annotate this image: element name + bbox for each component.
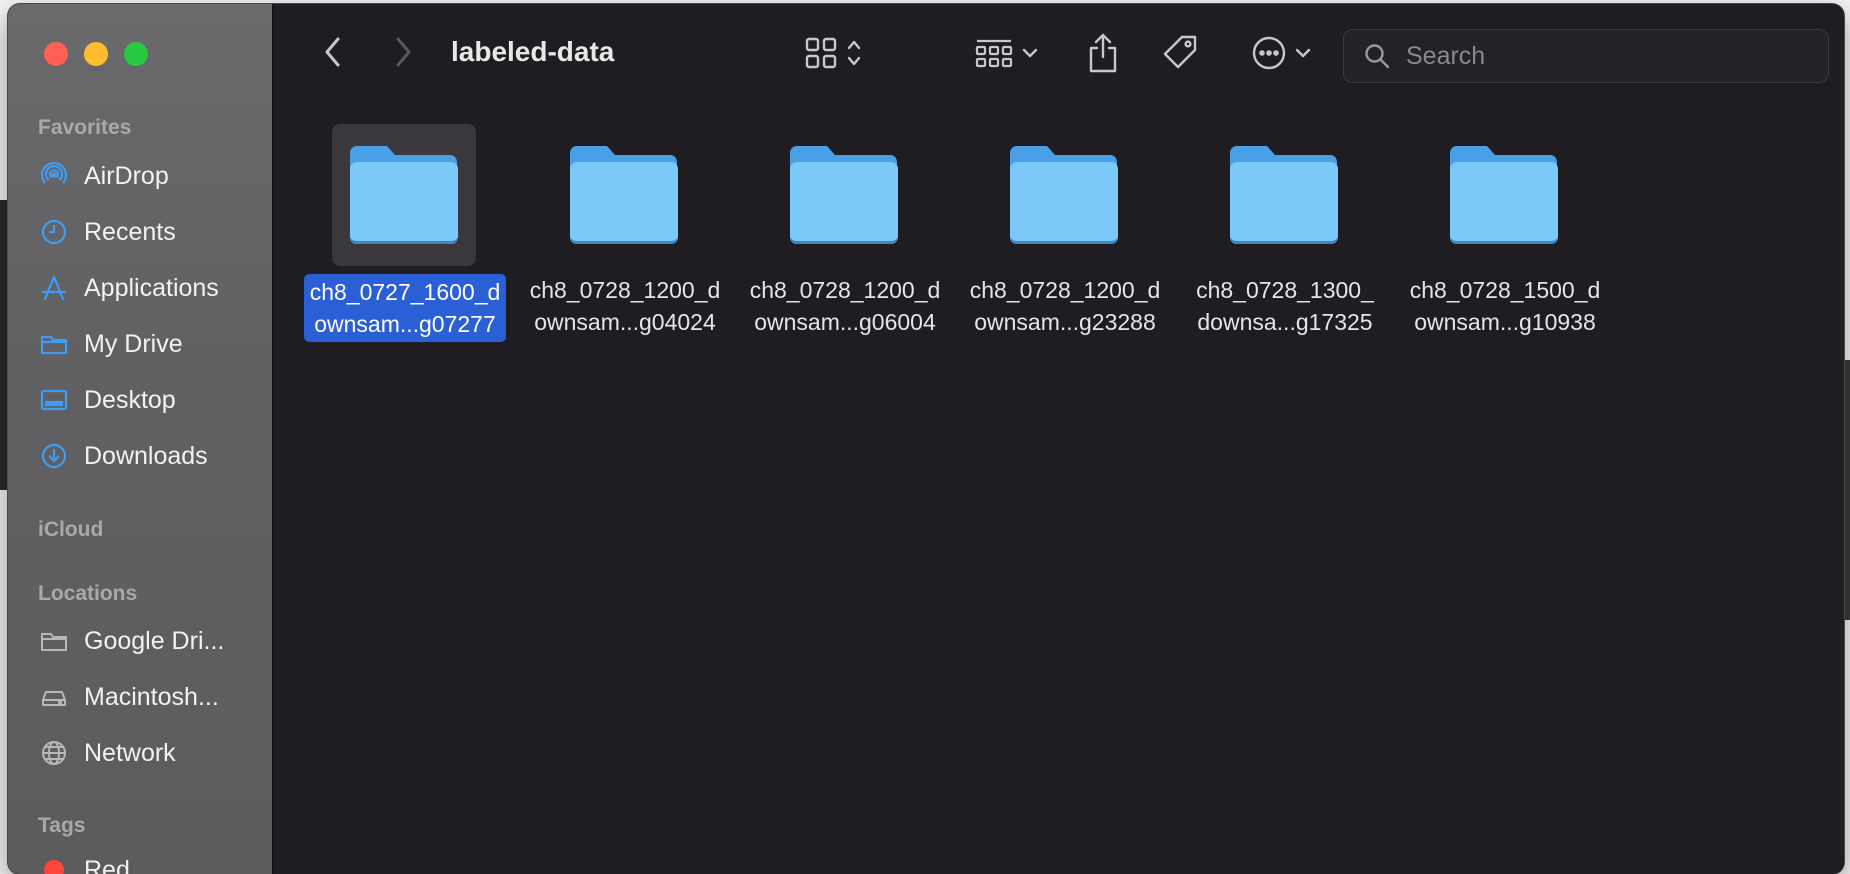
folder-name-line2: downsa...g17325 — [1197, 309, 1373, 335]
close-button[interactable] — [44, 42, 68, 66]
finder-window: Favorites AirDrop Recents Applications M… — [8, 4, 1844, 874]
folder-icon — [38, 328, 70, 360]
desktop-icon — [38, 384, 70, 416]
folder-name-line2: ownsam...g10938 — [1414, 309, 1596, 335]
folder-name-line2: ownsam...g06004 — [754, 309, 936, 335]
sidebar-item-label: Network — [84, 738, 176, 767]
sidebar: Favorites AirDrop Recents Applications M… — [8, 4, 273, 874]
sidebar-item-airdrop[interactable]: AirDrop — [38, 156, 258, 196]
share-button[interactable] — [1081, 30, 1125, 80]
up-down-chevron-icon — [846, 38, 862, 73]
search-icon — [1360, 39, 1394, 73]
ellipsis-circle-icon — [1251, 35, 1287, 76]
chevron-down-icon — [1295, 46, 1311, 64]
sidebar-item-downloads[interactable]: Downloads — [38, 436, 258, 476]
folder-name: ch8_0727_1600_d ownsam...g07277 — [292, 274, 518, 342]
globe-icon — [38, 737, 70, 769]
sidebar-item-label: Desktop — [84, 385, 176, 414]
sidebar-item-google-drive[interactable]: Google Dri... — [38, 621, 258, 661]
folder-icon — [38, 625, 70, 657]
sidebar-section-locations: Locations — [38, 582, 138, 605]
share-icon — [1086, 32, 1120, 79]
folder-name-line2: ownsam...g04024 — [534, 309, 716, 335]
folder-name-line1: ch8_0728_1200_d — [529, 277, 721, 303]
tag-color-dot-icon — [38, 854, 70, 874]
folder-icon — [1432, 124, 1576, 266]
applications-icon — [38, 272, 70, 304]
chevron-left-icon — [322, 35, 344, 74]
chevron-right-icon — [392, 35, 414, 74]
search-field[interactable] — [1343, 29, 1829, 83]
hard-drive-icon — [38, 681, 70, 713]
sidebar-item-applications[interactable]: Applications — [38, 268, 258, 308]
tag-icon — [1160, 33, 1200, 78]
folder-name-line2: ownsam...g07277 — [314, 311, 496, 337]
sidebar-item-tag-red[interactable]: Red — [38, 850, 258, 874]
clock-icon — [38, 216, 70, 248]
folder-name: ch8_0728_1200_d ownsam...g06004 — [732, 274, 958, 338]
sidebar-item-my-drive[interactable]: My Drive — [38, 324, 258, 364]
folder-icon — [992, 124, 1136, 266]
sidebar-item-label: Recents — [84, 217, 176, 246]
icon-grid-icon — [804, 36, 838, 75]
folder-name: ch8_0728_1500_d ownsam...g10938 — [1392, 274, 1618, 338]
window-title: labeled-data — [451, 36, 615, 67]
sidebar-item-desktop[interactable]: Desktop — [38, 380, 258, 420]
folder-name: ch8_0728_1200_d ownsam...g04024 — [512, 274, 738, 338]
more-actions-button[interactable] — [1243, 32, 1319, 78]
view-mode-button[interactable] — [793, 32, 873, 78]
forward-button[interactable] — [383, 34, 423, 74]
zoom-button[interactable] — [124, 42, 148, 66]
chevron-down-icon — [1022, 46, 1038, 64]
folder-name-line2: ownsam...g23288 — [974, 309, 1156, 335]
back-button[interactable] — [313, 34, 353, 74]
folder-name-highlight: ch8_0727_1600_d ownsam...g07277 — [303, 274, 507, 342]
folder-icon — [552, 124, 696, 266]
folder-icon — [1212, 124, 1356, 266]
group-grid-icon — [974, 36, 1014, 75]
folder-name-line1: ch8_0728_1300_ — [1196, 277, 1374, 303]
sidebar-item-recents[interactable]: Recents — [38, 212, 258, 252]
sidebar-item-label: Applications — [84, 273, 219, 302]
folder-icon — [332, 124, 476, 266]
sidebar-item-label: My Drive — [84, 329, 183, 358]
sidebar-item-network[interactable]: Network — [38, 733, 258, 773]
minimize-button[interactable] — [84, 42, 108, 66]
search-input[interactable] — [1404, 40, 1828, 72]
group-by-button[interactable] — [968, 32, 1044, 78]
download-icon — [38, 440, 70, 472]
sidebar-section-tags: Tags — [38, 814, 86, 837]
sidebar-section-icloud: iCloud — [38, 518, 104, 541]
folder-name: ch8_0728_1200_d ownsam...g23288 — [952, 274, 1178, 338]
sidebar-item-macintosh-hd[interactable]: Macintosh... — [38, 677, 258, 717]
sidebar-item-label: AirDrop — [84, 161, 169, 190]
tag-button[interactable] — [1157, 32, 1203, 78]
folder-name: ch8_0728_1300_ downsa...g17325 — [1172, 274, 1398, 338]
sidebar-item-label: Google Dri... — [84, 626, 225, 655]
folder-name-line1: ch8_0728_1500_d — [1409, 277, 1601, 303]
sidebar-item-label: Downloads — [84, 441, 208, 470]
main-content: labeled-data Search ch8_0727_1600_d owns… — [273, 4, 1844, 874]
folder-name-line1: ch8_0728_1200_d — [969, 277, 1161, 303]
sidebar-item-label: Macintosh... — [84, 682, 219, 711]
folder-name-line1: ch8_0727_1600_d — [309, 279, 501, 305]
background-window-edge — [1844, 360, 1850, 620]
folder-icon — [772, 124, 916, 266]
sidebar-item-label: Red — [84, 855, 130, 874]
window-controls — [44, 42, 148, 66]
sidebar-section-favorites: Favorites — [38, 116, 132, 139]
background-window-edge — [0, 200, 8, 490]
airdrop-icon — [38, 160, 70, 192]
folder-name-line1: ch8_0728_1200_d — [749, 277, 941, 303]
